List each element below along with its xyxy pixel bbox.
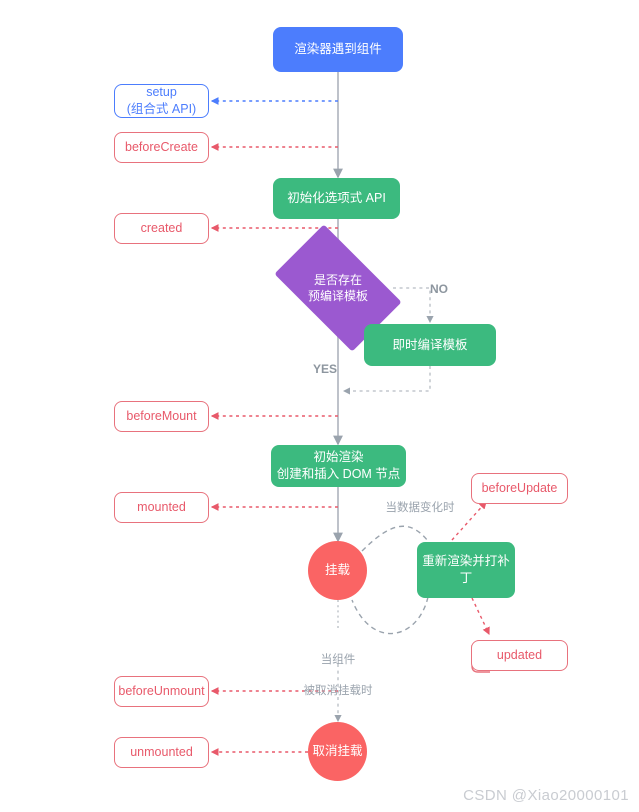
edge-label-on-unmount: 当组件 被取消挂载时 — [288, 637, 388, 699]
node-created-label: created — [140, 221, 183, 236]
node-before-unmount-label: beforeUnmount — [118, 684, 205, 699]
edge-label-yes: YES — [312, 362, 337, 376]
watermark: CSDN @Xiao20000101 — [463, 787, 629, 804]
edge-jit-back-to-spine — [342, 366, 431, 395]
node-unmounted-label: unmounted — [130, 745, 193, 760]
node-setup-label-line1: setup — [146, 85, 177, 100]
node-init-options-api[interactable]: 初始化选项式 API — [273, 178, 400, 219]
edge-label-on-unmount-line2: 被取消挂载时 — [303, 684, 373, 697]
node-updated[interactable]: updated — [471, 640, 568, 671]
node-mounted-state-label: 挂载 — [324, 563, 350, 578]
node-jit-compile-template[interactable]: 即时编译模板 — [364, 324, 496, 366]
node-rerender-and-patch-label: 重新渲染并打补丁 — [422, 554, 510, 585]
node-setup-label-line2: (组合式 API) — [126, 102, 197, 116]
node-jit-compile-template-label: 即时编译模板 — [392, 337, 468, 352]
node-before-create[interactable]: beforeCreate — [114, 132, 209, 163]
edge-label-on-unmount-line1: 当组件 — [320, 653, 356, 666]
node-mounted-hook[interactable]: mounted — [114, 492, 209, 523]
node-initial-render[interactable]: 初始渲染 创建和插入 DOM 节点 — [271, 445, 406, 487]
edge-label-on-data-change: 当数据变化时 — [385, 502, 455, 514]
edge-label-no: NO — [430, 282, 448, 296]
node-before-mount-label: beforeMount — [126, 409, 197, 424]
node-unmounted[interactable]: unmounted — [114, 737, 209, 768]
node-initial-render-label-line1: 初始渲染 — [313, 450, 364, 465]
node-before-mount[interactable]: beforeMount — [114, 401, 209, 432]
node-before-update-label: beforeUpdate — [481, 481, 558, 496]
edge-update-loop-out — [351, 596, 429, 635]
node-decision-has-precompiled-template[interactable]: 是否存在 预编译模板 — [274, 224, 402, 352]
node-renderer-meets-component-label: 渲染器遇到组件 — [294, 42, 382, 57]
node-before-unmount[interactable]: beforeUnmount — [114, 676, 209, 707]
node-rerender-and-patch[interactable]: 重新渲染并打补丁 — [417, 542, 515, 598]
node-before-create-label: beforeCreate — [125, 140, 198, 155]
node-updated-label: updated — [496, 648, 543, 663]
node-decision-label-line1: 是否存在 — [313, 272, 362, 287]
vue-lifecycle-diagram: 渲染器遇到组件 setup (组合式 API) beforeCreate 初始化… — [0, 0, 639, 812]
node-renderer-meets-component[interactable]: 渲染器遇到组件 — [273, 27, 403, 72]
node-mounted-hook-label: mounted — [137, 500, 186, 515]
node-unmount-state-label: 取消挂载 — [312, 744, 363, 759]
node-decision-label-line2: 预编译模板 — [307, 289, 368, 303]
node-unmount-state[interactable]: 取消挂载 — [308, 722, 367, 781]
node-setup[interactable]: setup (组合式 API) — [114, 84, 209, 118]
node-initial-render-label-line2: 创建和插入 DOM 节点 — [276, 467, 401, 481]
node-before-update[interactable]: beforeUpdate — [471, 473, 568, 504]
node-mounted-state[interactable]: 挂载 — [308, 541, 367, 600]
edge-to-updated — [471, 597, 490, 636]
node-created[interactable]: created — [114, 213, 209, 244]
node-init-options-api-label: 初始化选项式 API — [287, 191, 386, 206]
